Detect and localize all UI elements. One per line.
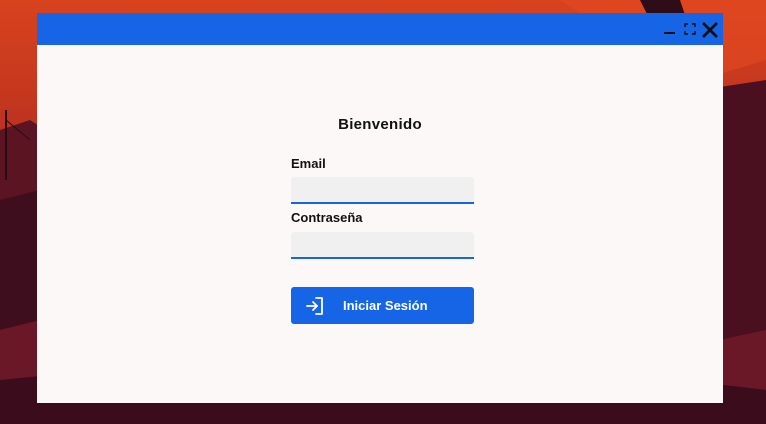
maximize-icon[interactable]: [683, 22, 697, 36]
login-window: Bienvenido Email Contraseña Iniciar Sesi…: [37, 13, 723, 403]
email-label: Email: [291, 156, 326, 171]
login-icon: [305, 296, 325, 316]
welcome-title: Bienvenido: [338, 116, 422, 133]
close-icon[interactable]: [701, 21, 719, 39]
password-label: Contraseña: [291, 210, 363, 225]
login-button[interactable]: Iniciar Sesión: [291, 287, 474, 324]
password-field[interactable]: [291, 232, 474, 259]
minimize-icon[interactable]: [663, 22, 677, 36]
window-titlebar[interactable]: [37, 13, 723, 45]
email-field[interactable]: [291, 177, 474, 204]
login-button-label: Iniciar Sesión: [343, 298, 428, 313]
